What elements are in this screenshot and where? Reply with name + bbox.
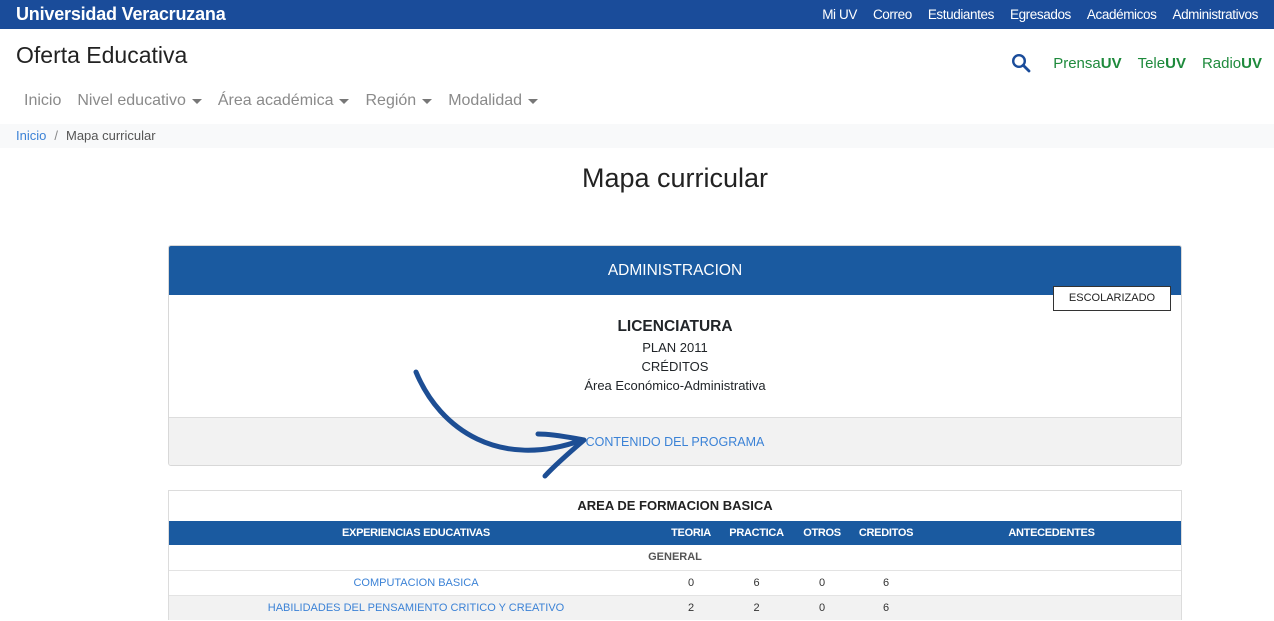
nav-inicio[interactable]: Inicio (24, 92, 61, 110)
breadcrumb-home[interactable]: Inicio (16, 128, 46, 143)
program-name: ADMINISTRACION (169, 246, 1181, 295)
nav-label: Región (365, 92, 417, 109)
nav-label: Inicio (24, 92, 62, 109)
breadcrumb-separator: / (54, 128, 58, 143)
caret-down-icon (339, 98, 350, 104)
cell-practica: 2 (753, 602, 760, 614)
tele-uv-link[interactable]: TeleUV (1138, 55, 1186, 72)
curriculum-table: AREA DE FORMACION BASICA EXPERIENCIAS ED… (168, 490, 1182, 620)
breadcrumb-current: Mapa curricular (65, 128, 156, 143)
program-credits: CRÉDITOS (641, 359, 709, 374)
area-title: AREA DE FORMACION BASICA (577, 498, 773, 513)
link-correo[interactable]: Correo (873, 7, 912, 22)
header-exp: EXPERIENCIAS EDUCATIVAS (342, 527, 490, 539)
nav-modalidad[interactable]: Modalidad (448, 92, 539, 110)
cell-otros: 0 (818, 602, 826, 614)
caret-down-icon (422, 98, 433, 104)
link-egresados[interactable]: Egresados (1010, 7, 1071, 22)
program-details: LICENCIATURA PLAN 2011 CRÉDITOS Área Eco… (169, 295, 1181, 417)
table-row: COMPUTACION BASICA 0 6 0 6 (169, 570, 1181, 595)
cell-creditos: 6 (882, 602, 890, 614)
program-level: LICENCIATURA (617, 318, 733, 335)
course-link[interactable]: HABILIDADES DEL PENSAMIENTO CRITICO Y CR… (169, 602, 663, 614)
modality-badge: ESCOLARIZADO (1053, 286, 1171, 311)
header-antecedentes: ANTECEDENTES (1008, 527, 1095, 539)
link-estudiantes[interactable]: Estudiantes (928, 7, 995, 22)
media-label: Radio (1201, 54, 1242, 72)
link-academicos[interactable]: Académicos (1087, 7, 1157, 22)
cell-creditos: 6 (882, 577, 890, 589)
cell-teoria: 2 (687, 602, 695, 614)
program-content-link[interactable]: CONTENIDO DEL PROGRAMA (586, 435, 765, 449)
media-links: PrensaUV TeleUV RadioUV (1011, 53, 1262, 73)
main-nav: Inicio Nivel educativo Área académica Re… (24, 92, 539, 110)
top-bar: Universidad Veracruzana Mi UV Correo Est… (0, 0, 1274, 29)
link-mi-uv[interactable]: Mi UV (822, 7, 857, 22)
program-plan: PLAN 2011 (642, 340, 708, 355)
media-label: Prensa (1053, 54, 1101, 72)
program-footer: CONTENIDO DEL PROGRAMA (169, 417, 1181, 465)
university-brand[interactable]: Universidad Veracruzana (16, 4, 226, 25)
top-links: Mi UV Correo Estudiantes Egresados Acadé… (822, 7, 1258, 22)
site-title[interactable]: Oferta Educativa (16, 42, 187, 69)
program-card: ADMINISTRACION ESCOLARIZADO LICENCIATURA… (168, 245, 1182, 466)
media-label-uv: UV (1241, 54, 1262, 72)
table-header: EXPERIENCIAS EDUCATIVAS TEORIA PRACTICA … (169, 521, 1181, 545)
link-administrativos[interactable]: Administrativos (1172, 7, 1258, 22)
cell-practica: 6 (753, 577, 760, 589)
media-label: Tele (1137, 54, 1166, 72)
group-label: GENERAL (648, 551, 702, 563)
program-area: Área Económico-Administrativa (584, 378, 766, 393)
header-otros: OTROS (803, 527, 841, 539)
nav-label: Nivel educativo (77, 92, 186, 109)
header-practica: PRACTICA (729, 527, 784, 539)
table-row: HABILIDADES DEL PENSAMIENTO CRITICO Y CR… (169, 595, 1181, 620)
nav-nivel-educativo[interactable]: Nivel educativo (77, 92, 202, 110)
nav-region[interactable]: Región (365, 92, 433, 110)
site-header: Oferta Educativa Inicio Nivel educativo … (0, 29, 1274, 124)
nav-label: Área académica (217, 92, 334, 109)
cell-otros: 0 (818, 577, 826, 589)
nav-label: Modalidad (448, 92, 523, 109)
prensa-uv-link[interactable]: PrensaUV (1053, 55, 1121, 72)
media-label-uv: UV (1165, 54, 1186, 72)
media-label-uv: UV (1100, 54, 1122, 72)
breadcrumb: Inicio / Mapa curricular (0, 124, 1274, 148)
search-icon[interactable] (1011, 53, 1031, 73)
caret-down-icon (191, 98, 202, 104)
nav-area-academica[interactable]: Área académica (218, 92, 350, 110)
header-teoria: TEORIA (671, 527, 711, 539)
cell-teoria: 0 (687, 577, 695, 589)
course-link[interactable]: COMPUTACION BASICA (169, 577, 663, 589)
caret-down-icon (528, 98, 539, 104)
header-creditos: CREDITOS (858, 527, 914, 539)
radio-uv-link[interactable]: RadioUV (1202, 55, 1262, 72)
page-title: Mapa curricular (581, 163, 769, 193)
